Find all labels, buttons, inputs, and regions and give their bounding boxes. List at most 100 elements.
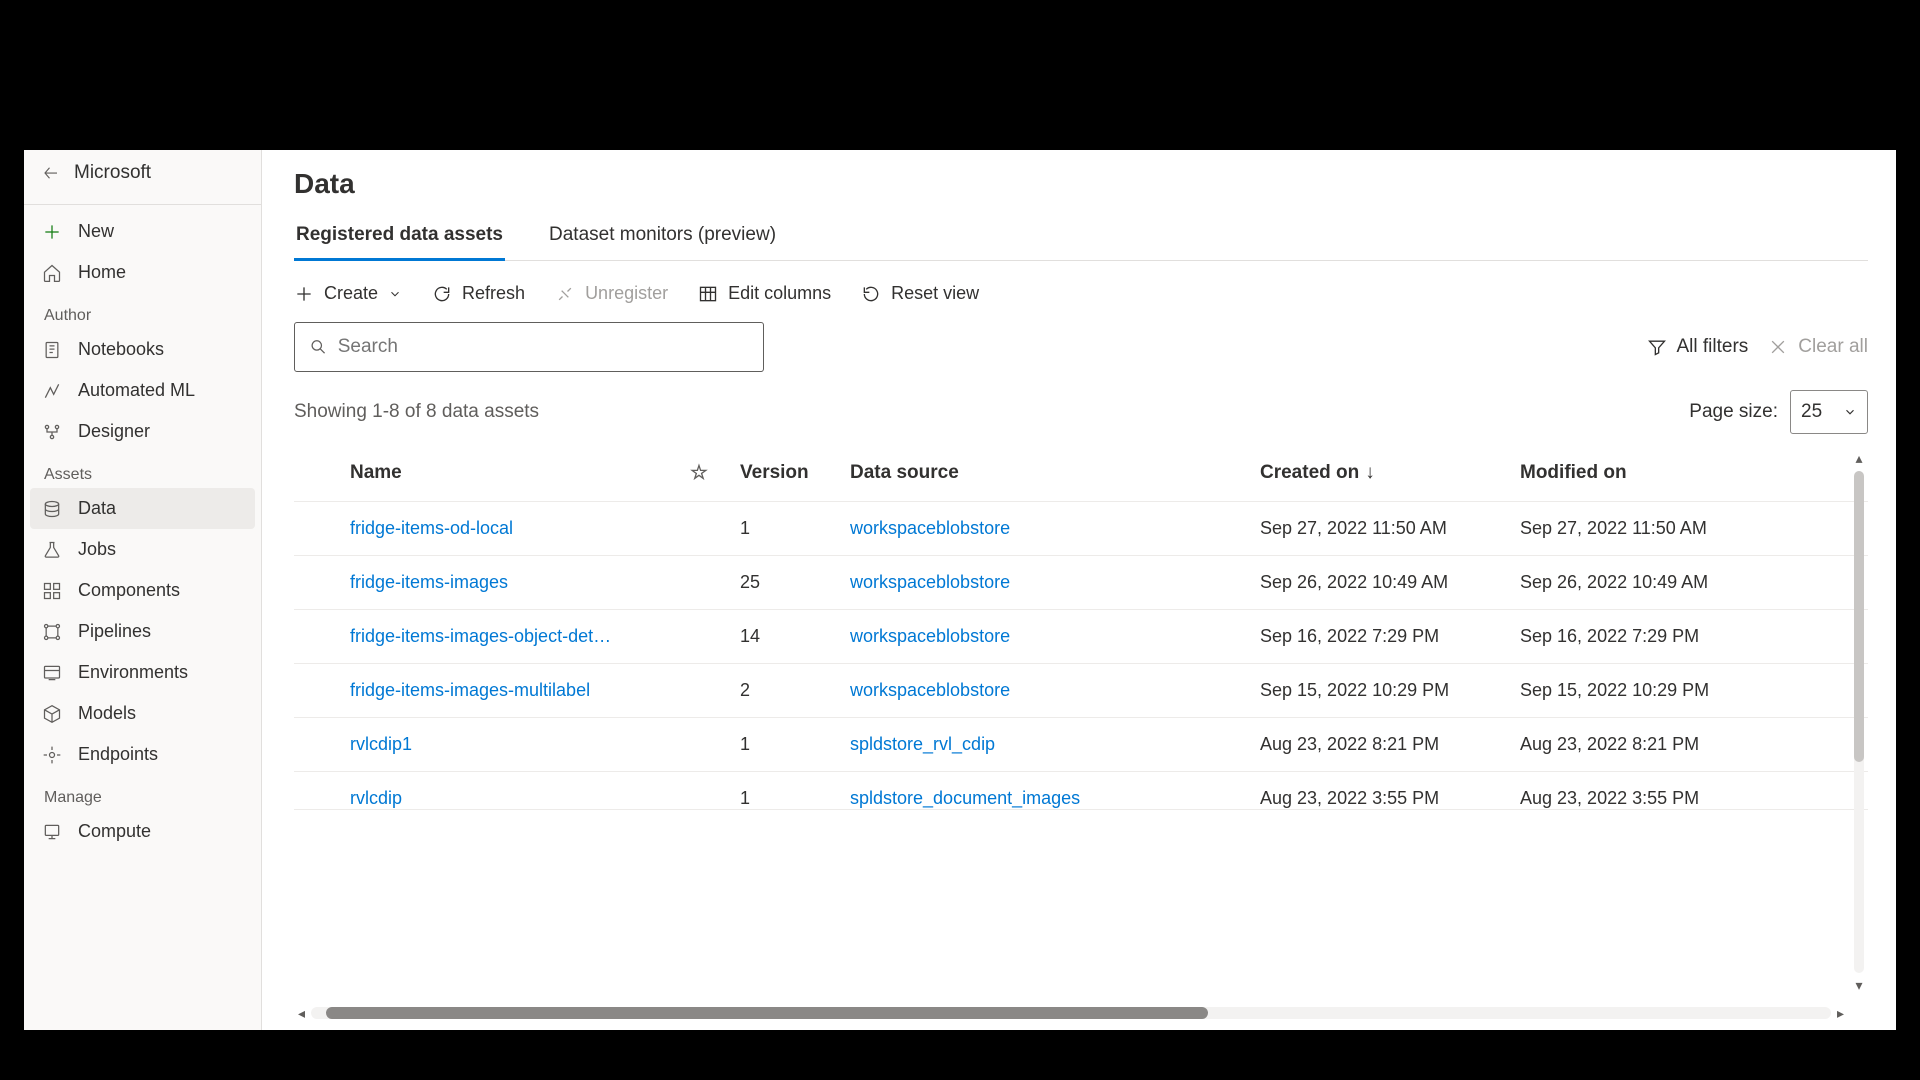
modified-on: Sep 15, 2022 10:29 PM — [1510, 664, 1868, 718]
page-title: Data — [294, 168, 1868, 200]
data-source-link[interactable]: workspaceblobstore — [850, 518, 1010, 538]
scroll-down-icon[interactable]: ▾ — [1855, 977, 1862, 994]
chevron-down-icon — [1843, 405, 1857, 419]
column-favorite[interactable]: ☆ — [680, 444, 730, 502]
scroll-left-icon[interactable]: ◂ — [298, 1005, 305, 1022]
reset-icon — [861, 284, 881, 304]
star-icon: ☆ — [690, 462, 708, 484]
row-checkbox[interactable] — [294, 502, 340, 556]
row-favorite[interactable] — [680, 502, 730, 556]
scroll-track[interactable] — [1854, 471, 1864, 973]
scroll-thumb[interactable] — [326, 1007, 1208, 1019]
created-on: Sep 26, 2022 10:49 AM — [1250, 556, 1510, 610]
sidebar-item-models[interactable]: Models — [24, 693, 261, 734]
sidebar-item-new[interactable]: New — [24, 211, 261, 252]
column-name[interactable]: Name — [340, 444, 680, 502]
column-version[interactable]: Version — [730, 444, 840, 502]
row-favorite[interactable] — [680, 664, 730, 718]
row-checkbox[interactable] — [294, 664, 340, 718]
table-row[interactable]: fridge-items-od-local1workspaceblobstore… — [294, 502, 1868, 556]
scroll-right-icon[interactable]: ▸ — [1837, 1005, 1844, 1022]
row-checkbox[interactable] — [294, 772, 340, 810]
scroll-thumb[interactable] — [1854, 471, 1864, 762]
sidebar-item-label: Data — [78, 498, 116, 519]
vertical-scrollbar[interactable]: ▴ ▾ — [1852, 450, 1866, 994]
column-data-source[interactable]: Data source — [840, 444, 1250, 502]
sidebar-item-notebooks[interactable]: Notebooks — [24, 329, 261, 370]
tab-dataset-monitors[interactable]: Dataset monitors (preview) — [547, 214, 778, 260]
environments-icon — [42, 663, 62, 683]
refresh-button[interactable]: Refresh — [432, 283, 525, 304]
asset-name-link[interactable]: fridge-items-images — [350, 572, 508, 592]
data-source-link[interactable]: spldstore_rvl_cdip — [850, 734, 995, 754]
tab-registered-data-assets[interactable]: Registered data assets — [294, 214, 505, 260]
column-select[interactable] — [294, 444, 340, 502]
row-checkbox[interactable] — [294, 718, 340, 772]
sidebar-item-label: New — [78, 221, 114, 242]
row-favorite[interactable] — [680, 610, 730, 664]
table-row[interactable]: fridge-items-images-object-det…14workspa… — [294, 610, 1868, 664]
reset-view-button[interactable]: Reset view — [861, 283, 979, 304]
sidebar-item-compute[interactable]: Compute — [24, 811, 261, 852]
scroll-track[interactable] — [311, 1007, 1831, 1019]
scroll-up-icon[interactable]: ▴ — [1855, 450, 1862, 467]
sidebar-item-pipelines[interactable]: Pipelines — [24, 611, 261, 652]
main-content: Data Registered data assets Dataset moni… — [262, 150, 1896, 1030]
edit-columns-button[interactable]: Edit columns — [698, 283, 831, 304]
sidebar-item-home[interactable]: Home — [24, 252, 261, 293]
modified-on: Aug 23, 2022 8:21 PM — [1510, 718, 1868, 772]
asset-name-link[interactable]: fridge-items-images-object-det… — [350, 626, 611, 646]
sidebar-item-environments[interactable]: Environments — [24, 652, 261, 693]
table-row[interactable]: fridge-items-images 25 workspaceblobstore S… — [294, 556, 1868, 610]
asset-name-link[interactable]: rvlcdip — [350, 788, 402, 808]
table-row[interactable]: fridge-items-images-multilabel 2 workspace… — [294, 664, 1868, 718]
search-box[interactable] — [294, 322, 764, 372]
unregister-button[interactable]: Unregister — [555, 283, 668, 304]
search-input[interactable] — [338, 336, 749, 358]
sidebar-item-label: Notebooks — [78, 339, 164, 360]
row-favorite[interactable] — [680, 556, 730, 610]
sidebar-group-author: Author — [24, 293, 261, 329]
table-row[interactable]: rvlcdip11spldstore_rvl_cdipAug 23, 2022 … — [294, 718, 1868, 772]
sidebar-item-designer[interactable]: Designer — [24, 411, 261, 452]
row-favorite[interactable] — [680, 718, 730, 772]
sidebar-item-automl[interactable]: Automated ML — [24, 370, 261, 411]
row-checkbox[interactable] — [294, 610, 340, 664]
button-label: Unregister — [585, 283, 668, 304]
asset-name-link[interactable]: fridge-items-images-multilabel — [350, 680, 590, 700]
page-size-select[interactable]: 25 — [1790, 390, 1868, 434]
column-label: Created on — [1260, 462, 1359, 483]
columns-icon — [698, 284, 718, 304]
asset-version: 2 — [730, 664, 840, 718]
created-on: Sep 15, 2022 10:29 PM — [1250, 664, 1510, 718]
column-created-on[interactable]: Created on↓ — [1250, 444, 1510, 502]
data-source-link[interactable]: workspaceblobstore — [850, 680, 1010, 700]
column-modified-on[interactable]: Modified on — [1510, 444, 1868, 502]
sidebar-item-jobs[interactable]: Jobs — [24, 529, 261, 570]
clear-all-button[interactable]: Clear all — [1768, 336, 1868, 358]
asset-name-link[interactable]: rvlcdip1 — [350, 734, 412, 754]
row-favorite[interactable] — [680, 772, 730, 810]
page-size-label: Page size: — [1689, 401, 1778, 423]
button-label: All filters — [1677, 336, 1749, 358]
asset-name-link[interactable]: fridge-items-od-local — [350, 518, 513, 538]
sidebar-item-data[interactable]: Data — [30, 488, 255, 529]
all-filters-button[interactable]: All filters — [1647, 336, 1749, 358]
sidebar-item-label: Models — [78, 703, 136, 724]
asset-version: 25 — [730, 556, 840, 610]
modified-on: Sep 16, 2022 7:29 PM — [1510, 610, 1868, 664]
app-frame: Microsoft New Home Author Notebooks Auto… — [24, 150, 1896, 1030]
sidebar-item-label: Environments — [78, 662, 188, 683]
table-row[interactable]: rvlcdip1spldstore_document_imagesAug 23,… — [294, 772, 1868, 810]
data-source-link[interactable]: workspaceblobstore — [850, 572, 1010, 592]
data-source-link[interactable]: workspaceblobstore — [850, 626, 1010, 646]
horizontal-scrollbar[interactable]: ◂ ▸ — [298, 1006, 1844, 1020]
designer-icon — [42, 422, 62, 442]
sidebar-item-components[interactable]: Components — [24, 570, 261, 611]
data-source-link[interactable]: spldstore_document_images — [850, 788, 1080, 808]
create-button[interactable]: Create — [294, 283, 402, 304]
sidebar-item-endpoints[interactable]: Endpoints — [24, 734, 261, 775]
row-checkbox[interactable] — [294, 556, 340, 610]
automl-icon — [42, 381, 62, 401]
workspace-switcher[interactable]: Microsoft — [24, 150, 261, 198]
